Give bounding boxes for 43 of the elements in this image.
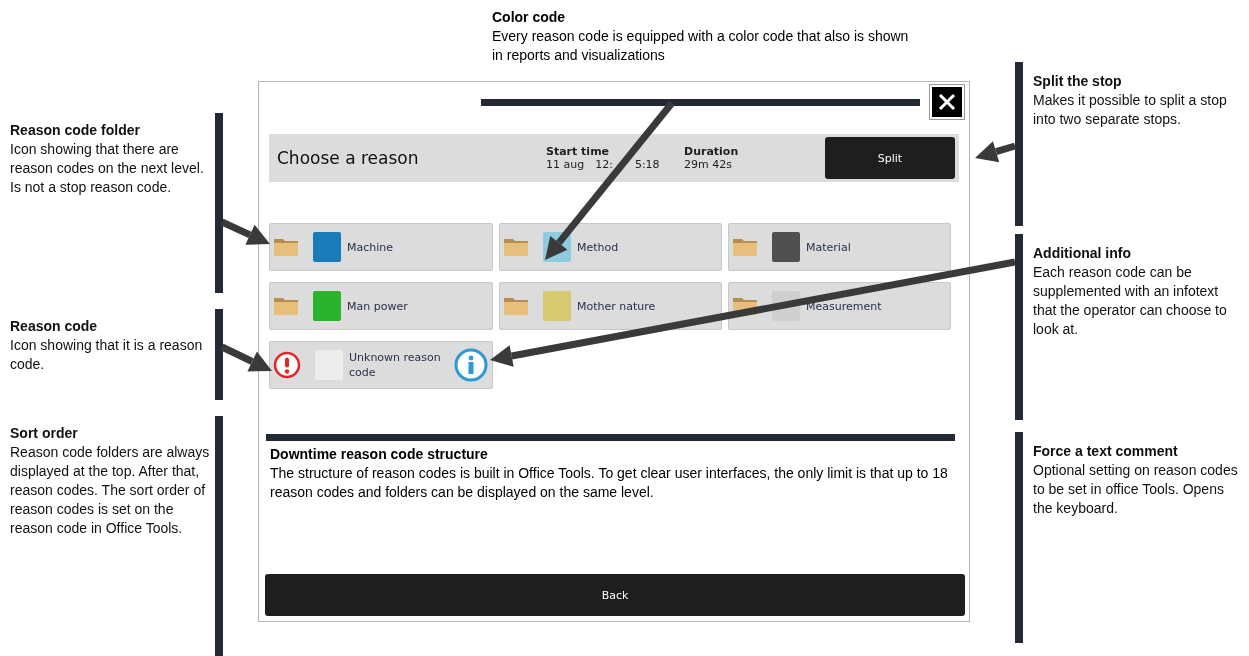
reason-item[interactable]: Unknown reason code — [269, 341, 493, 389]
annotation-text: Optional setting on reason codes to be set in office Tools. Opens the keyboard. — [1033, 461, 1238, 518]
annotation-title: Additional info — [1033, 244, 1132, 263]
annotation-text: Reason code folders are always displayed at the top. After that, reason codes. The sort order of reason codes is set on the reason code in Office Tools. — [10, 443, 211, 538]
annotation-text: Every reason code is equipped with a color code that also is shown in reports and visualizations — [492, 27, 910, 65]
reason-item[interactable]: Man power — [269, 282, 493, 330]
alert-icon — [273, 351, 301, 379]
annotation-text: Each reason code can be supplemented with an infotext that the operator can choose to look at. — [1033, 263, 1228, 339]
folder-icon — [503, 237, 529, 257]
reason-item[interactable]: Method — [499, 223, 722, 271]
arrow — [975, 141, 1016, 163]
dialog-title: Choose a reason — [277, 148, 420, 168]
annotation-title: Reason code — [10, 317, 99, 336]
folder-icon — [273, 296, 299, 316]
folder-icon — [503, 296, 529, 316]
annotation-title: Force a text comment — [1033, 442, 1179, 461]
split-button[interactable]: Split — [825, 137, 955, 179]
reason-item[interactable]: Mother nature — [499, 282, 722, 330]
annotation-title: Color code — [492, 8, 567, 27]
reason-item[interactable]: Machine — [269, 223, 493, 271]
annotation-text: Icon showing that it is a reason code. — [10, 336, 204, 374]
back-button[interactable]: Back — [265, 574, 965, 616]
annotation-title: Sort order — [10, 424, 79, 443]
annotation-text: The structure of reason codes is built in Office Tools. To get clear user interfaces, the only limit is that up to 18 reason codes and folders can be displayed on the same level. — [270, 464, 949, 502]
info-icon[interactable] — [454, 348, 488, 382]
folder-icon — [273, 237, 299, 257]
start-time-value: 12: — [595, 158, 613, 171]
close-button[interactable] — [930, 85, 964, 119]
annotation-text: Icon showing that there are reason codes on the next level. Is not a stop reason code. — [10, 140, 205, 197]
start-time-date: 11 aug — [546, 158, 585, 171]
annotation-title: Split the stop — [1033, 72, 1123, 91]
arrow — [220, 218, 270, 245]
start-time-label: Start time — [546, 145, 611, 158]
folder-icon — [732, 237, 758, 257]
start-time-value: 5:18 — [634, 158, 660, 171]
reason-item[interactable]: Material — [728, 223, 951, 271]
close-icon — [938, 93, 956, 111]
annotation-title: Downtime reason code structure — [270, 445, 489, 464]
annotation-text: Makes it possible to split a stop into two separate stops. — [1033, 91, 1228, 129]
duration-label: Duration — [684, 145, 740, 158]
arrow — [220, 343, 272, 372]
duration-value: 29m 42s — [684, 158, 733, 171]
annotation-title: Reason code folder — [10, 121, 141, 140]
